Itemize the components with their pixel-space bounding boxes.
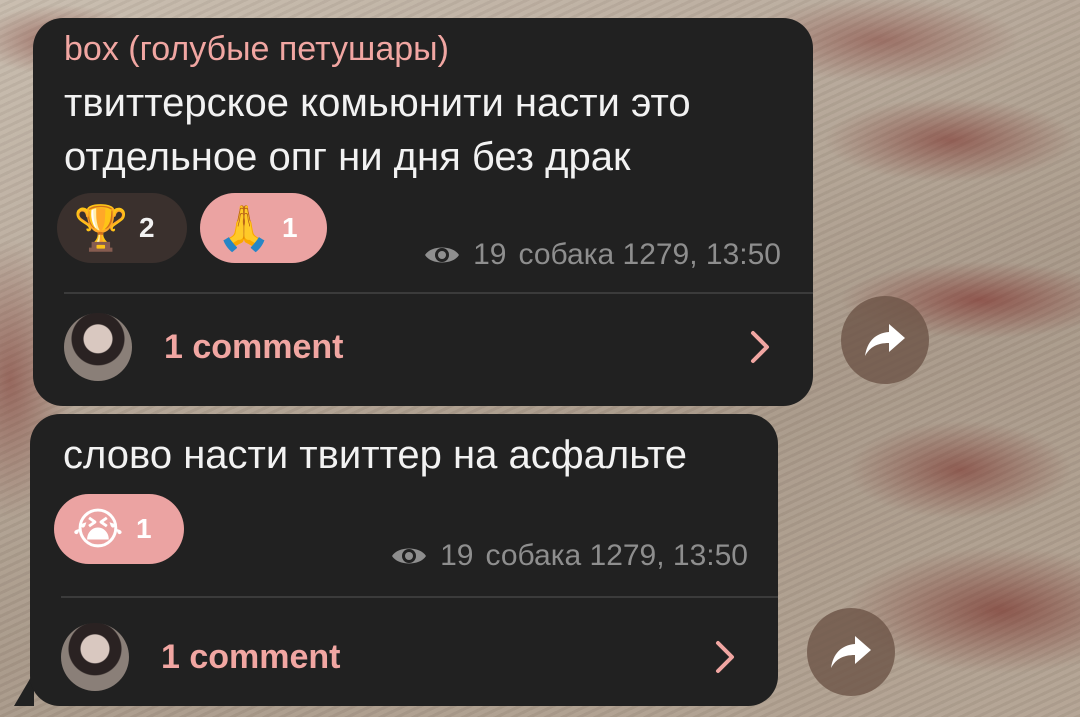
divider (64, 292, 813, 294)
comments-label: 1 comment (164, 327, 344, 366)
view-count: 19 (473, 238, 507, 271)
reaction-loudly-crying[interactable]: 😭 1 (54, 494, 184, 564)
reaction-folded-hands[interactable]: 🙏 1 (200, 193, 327, 263)
loudly-crying-face-icon: 😭 (72, 504, 124, 554)
eye-icon (425, 247, 460, 263)
author-time: собака 1279, 13:50 (518, 238, 782, 271)
message-text: слово насти твиттер на асфальте (63, 433, 688, 477)
message-bubble[interactable]: box (голубые петушары) твиттерское комью… (33, 18, 813, 406)
reaction-count: 1 (136, 513, 152, 544)
avatar (61, 623, 129, 691)
message-meta: 19 собака 1279, 13:50 (390, 539, 748, 573)
comments-button[interactable]: 1 comment (61, 612, 758, 702)
divider (61, 596, 778, 598)
chevron-right-icon (716, 641, 734, 673)
view-count: 19 (440, 539, 474, 572)
reaction-count: 2 (139, 212, 155, 243)
message-meta: 19 собака 1279, 13:50 (423, 238, 781, 272)
message-bubble[interactable]: слово насти твиттер на асфальте 😭 1 19 с… (30, 414, 778, 706)
author-time: собака 1279, 13:50 (485, 539, 749, 572)
reaction-trophy[interactable]: 🏆 2 (57, 193, 187, 263)
share-arrow-icon (831, 636, 871, 668)
share-button[interactable] (841, 296, 929, 384)
folded-hands-icon: 🙏 (216, 204, 272, 253)
chevron-right-icon (751, 331, 769, 363)
avatar (64, 313, 132, 381)
trophy-icon: 🏆 (73, 204, 129, 253)
message-text: твиттерское комьюнити насти это отдельно… (64, 81, 691, 179)
sender-name[interactable]: box (голубые петушары) (64, 30, 449, 69)
share-button[interactable] (807, 608, 895, 696)
comments-label: 1 comment (161, 637, 341, 676)
comments-button[interactable]: 1 comment (64, 302, 793, 392)
eye-icon (392, 548, 427, 564)
reaction-count: 1 (282, 212, 298, 243)
share-arrow-icon (865, 324, 905, 356)
